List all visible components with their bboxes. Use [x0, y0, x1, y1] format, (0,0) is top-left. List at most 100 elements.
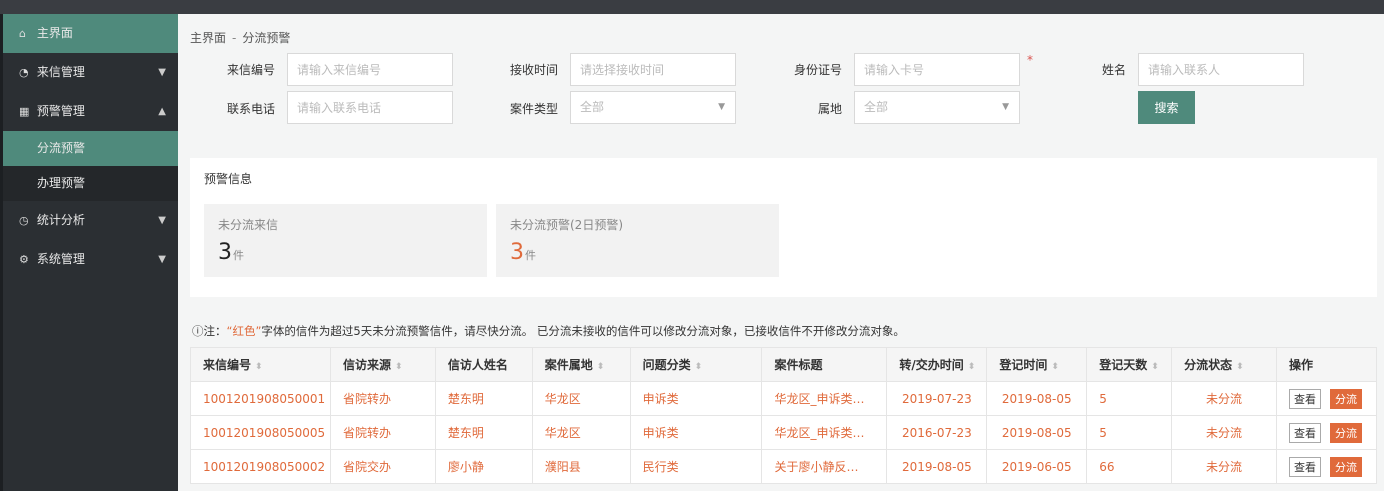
sidebar-item-home[interactable]: ⌂ 主界面 [3, 14, 178, 53]
actions-cell: 查看 分流 [1275, 381, 1378, 416]
table-row: 1001201908050002 省院交办 廖小静 濮阳县 民行类 关于廖小静反… 2019… [190, 449, 1378, 484]
id-card-input[interactable] [854, 53, 1020, 86]
clock-icon: ◷ [19, 214, 29, 227]
split-button[interactable]: 分流 [1329, 456, 1362, 477]
breadcrumb-root[interactable]: 主界面 [190, 31, 226, 45]
column-header[interactable]: 登记时间 ⬍ [986, 347, 1088, 382]
case-type-value: 全部 [580, 100, 605, 114]
recv-time-input[interactable] [570, 53, 736, 86]
column-header[interactable]: 分流状态 ⬍ [1171, 347, 1277, 382]
home-icon: ⌂ [19, 27, 26, 40]
letter-no-label: 来信编号 [226, 63, 275, 77]
table-row: 1001201908050005 省院转办 楚东明 华龙区 申诉类 华龙区_申诉类… 201… [190, 415, 1378, 450]
region-label: 属地 [817, 102, 842, 116]
table-cell: 2019-08-05 [986, 381, 1088, 416]
table-body: 1001201908050001 省院转办 楚东明 华龙区 申诉类 华龙区_申诉类… 201… [190, 381, 1378, 484]
table-cell: 未分流 [1171, 381, 1277, 416]
sidebar-item-label: 主界面 [36, 26, 73, 40]
case-type-label: 案件类型 [509, 102, 558, 116]
table-cell: 2019-06-05 [986, 449, 1088, 484]
sidebar-subitem-handle-warning[interactable]: 办理预警 [3, 166, 178, 201]
breadcrumb: 主界面 - 分流预警 [190, 29, 290, 46]
column-header[interactable]: 案件属地 ⬍ [531, 347, 631, 382]
gear-icon: ⚙ [19, 253, 29, 266]
sort-icon[interactable]: ⬍ [395, 362, 403, 372]
column-header[interactable]: 登记天数 ⬍ [1086, 347, 1173, 382]
sidebar-item-letters[interactable]: ◔ 来信管理 ▼ [3, 53, 178, 92]
column-header[interactable]: 信访来源 ⬍ [329, 347, 436, 382]
gauge-icon: ◔ [19, 66, 29, 79]
table-cell: 省院转办 [329, 415, 436, 450]
column-header[interactable]: 转/交办时间 ⬍ [886, 347, 988, 382]
table-cell: 66 [1086, 449, 1173, 484]
table-header-row: 来信编号 ⬍ 信访来源 ⬍ 信访人姓名 案件属地 ⬍ 问题分类 ⬍ 案件标题 转/交办时间 ⬍ 登记时间… [190, 347, 1378, 382]
name-label: 姓名 [1101, 63, 1126, 77]
table-cell: 5 [1086, 415, 1173, 450]
table-cell: 1001201908050005 [190, 415, 331, 450]
region-select[interactable]: 全部 ▼ [854, 91, 1020, 124]
dropdown-arrow-icon: ▼ [718, 102, 725, 112]
region-value: 全部 [864, 100, 889, 114]
table-cell: 省院转办 [329, 381, 436, 416]
sort-icon[interactable]: ⬍ [1051, 362, 1059, 372]
sort-icon[interactable]: ⬍ [968, 362, 976, 372]
sidebar-subitem-split-warning[interactable]: 分流预警 [3, 131, 178, 166]
warning-table: 来信编号 ⬍ 信访来源 ⬍ 信访人姓名 案件属地 ⬍ 问题分类 ⬍ 案件标题 转/交办时间 ⬍ 登记时间… [190, 347, 1378, 484]
sidebar-item-warning[interactable]: ▦ 预警管理 ▲ [3, 92, 178, 131]
sort-icon[interactable]: ⬍ [1236, 362, 1244, 372]
split-button[interactable]: 分流 [1329, 422, 1362, 443]
table-cell: 华龙区 [531, 381, 631, 416]
table-cell: 楚东明 [434, 415, 533, 450]
table-cell: 2019-07-23 [886, 381, 988, 416]
table-cell: 申诉类 [629, 381, 763, 416]
table-cell: 廖小静 [434, 449, 533, 484]
letter-no-input[interactable] [287, 53, 453, 86]
phone-input[interactable] [287, 91, 453, 124]
chevron-up-icon: ▲ [158, 106, 166, 117]
column-header: 信访人姓名 [434, 347, 533, 382]
view-button[interactable]: 查看 [1288, 388, 1321, 409]
id-card-label: 身份证号 [793, 63, 842, 77]
table-cell: 省院交办 [329, 449, 436, 484]
sidebar: ⌂ 主界面 ◔ 来信管理 ▼ ▦ 预警管理 ▲ 分流预警 办理预警 ◷ 统计分析… [0, 14, 178, 491]
split-button[interactable]: 分流 [1329, 388, 1362, 409]
sort-icon[interactable]: ⬍ [1151, 362, 1159, 372]
recv-time-label: 接收时间 [509, 63, 558, 77]
column-header: 操作 [1275, 347, 1378, 382]
alert-panel: 预警信息 未分流来信 3件 未分流预警(2日预警) 3件 [190, 158, 1377, 297]
grid-icon: ▦ [19, 105, 30, 118]
card-title: 未分流预警(2日预警) [510, 218, 623, 232]
card-title: 未分流来信 [218, 218, 279, 232]
card-count: 3件 [510, 240, 536, 265]
sidebar-item-label: 来信管理 [36, 65, 85, 79]
phone-label: 联系电话 [226, 102, 275, 116]
chevron-down-icon: ▼ [158, 67, 166, 78]
table-cell: 未分流 [1171, 449, 1277, 484]
unsplit-warning-card[interactable]: 未分流预警(2日预警) 3件 [496, 204, 779, 277]
notice-red-word: “红色” [226, 324, 262, 338]
table-cell: 濮阳县 [531, 449, 631, 484]
case-type-select[interactable]: 全部 ▼ [570, 91, 736, 124]
name-input[interactable] [1138, 53, 1304, 86]
column-header: 案件标题 [761, 347, 888, 382]
table-row: 1001201908050001 省院转办 楚东明 华龙区 申诉类 华龙区_申诉类… 201… [190, 381, 1378, 416]
view-button[interactable]: 查看 [1288, 422, 1321, 443]
view-button[interactable]: 查看 [1288, 456, 1321, 477]
sidebar-item-stats[interactable]: ◷ 统计分析 ▼ [3, 201, 178, 240]
table-cell: 华龙区_申诉类… [761, 381, 888, 416]
unsplit-letters-card[interactable]: 未分流来信 3件 [204, 204, 487, 277]
search-button[interactable]: 搜索 [1138, 91, 1195, 124]
column-header[interactable]: 问题分类 ⬍ [629, 347, 763, 382]
sort-icon[interactable]: ⬍ [695, 362, 703, 372]
column-header[interactable]: 来信编号 ⬍ [190, 347, 331, 382]
card-count: 3件 [218, 240, 244, 265]
table-cell: 2016-07-23 [886, 415, 988, 450]
table-cell: 申诉类 [629, 415, 763, 450]
info-icon: ⓘ注： [192, 324, 227, 338]
table-cell: 楚东明 [434, 381, 533, 416]
sidebar-item-system[interactable]: ⚙ 系统管理 ▼ [3, 240, 178, 279]
top-bar [0, 0, 1384, 14]
sort-icon[interactable]: ⬍ [597, 362, 605, 372]
sort-icon[interactable]: ⬍ [255, 362, 263, 372]
chevron-down-icon: ▼ [158, 254, 166, 265]
